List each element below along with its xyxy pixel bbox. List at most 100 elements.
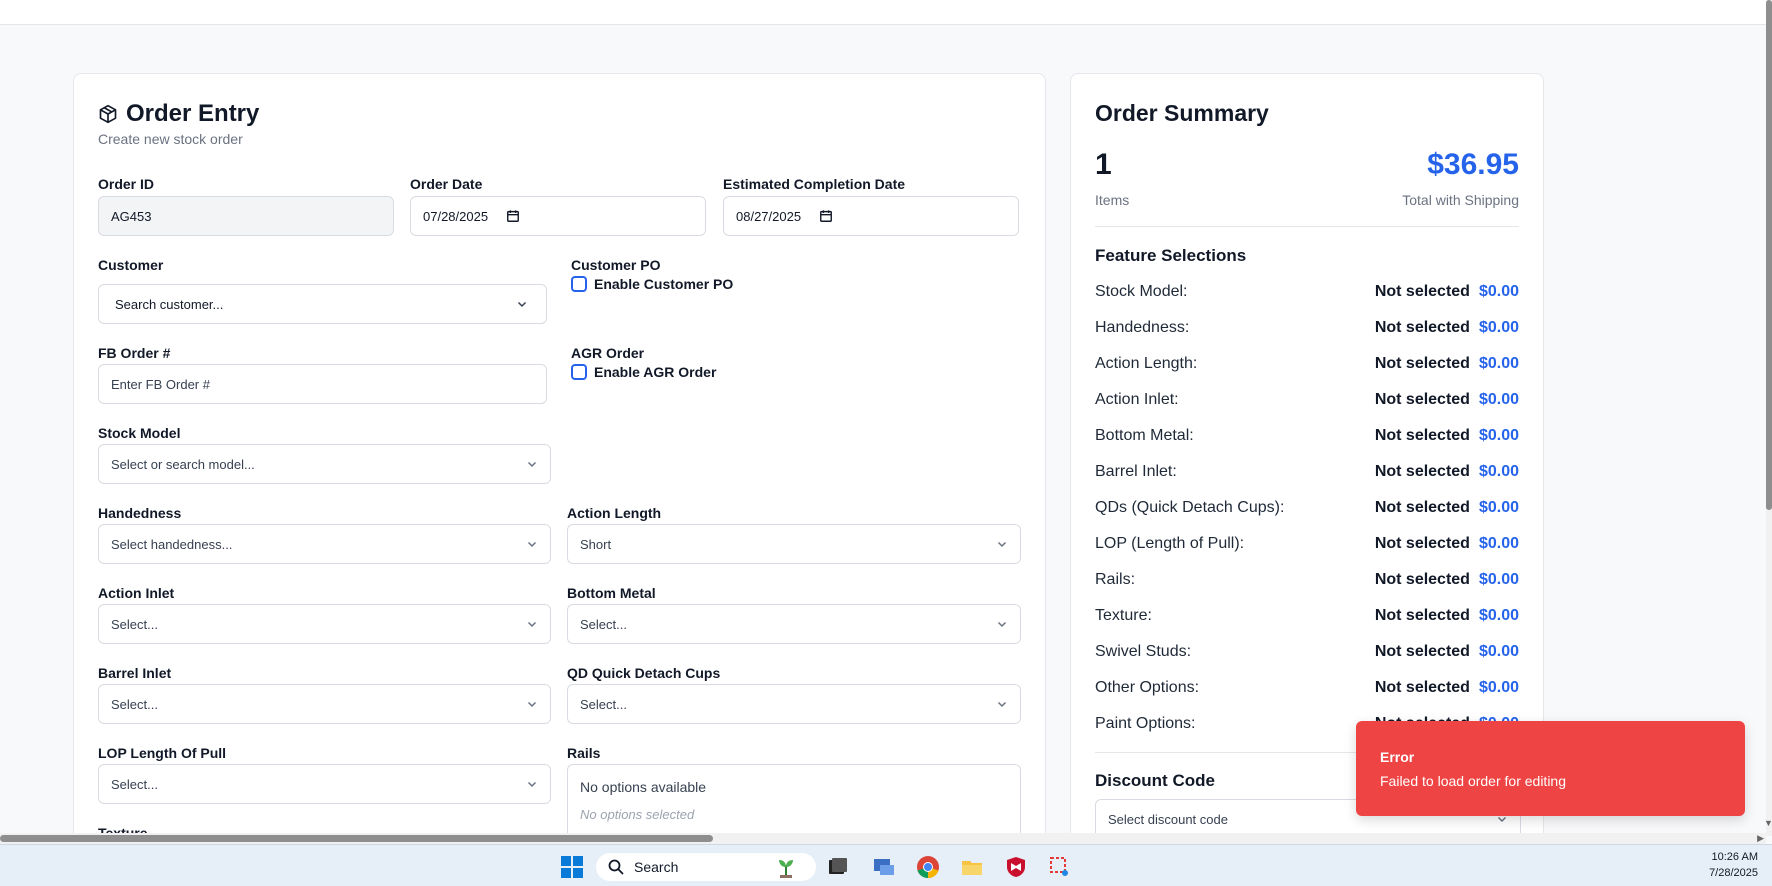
stock-model-placeholder: Select or search model...: [111, 456, 255, 472]
mcafee-icon[interactable]: [1004, 855, 1028, 879]
barrel-inlet-select[interactable]: Select...: [98, 684, 551, 724]
search-icon: [608, 859, 624, 875]
feature-price: $0.00: [1478, 283, 1519, 300]
feature-price: $0.00: [1478, 679, 1519, 696]
snipping-tool-icon[interactable]: [1048, 855, 1072, 879]
feature-label: Bottom Metal:: [1095, 427, 1194, 444]
feature-value: Not selected: [1374, 679, 1470, 696]
windows-taskbar: Search 10:26 AM 7/28/2025: [0, 844, 1772, 886]
page-title: Order Entry: [126, 100, 260, 127]
order-id-field[interactable]: AG453: [98, 196, 394, 236]
bottom-metal-label: Bottom Metal: [567, 585, 656, 601]
feature-selections-title: Feature Selections: [1095, 246, 1247, 265]
stock-model-select[interactable]: Select or search model...: [98, 444, 551, 484]
order-entry-card: Order Entry Create new stock order Order…: [73, 73, 1046, 853]
est-date-input[interactable]: 08/27/2025: [723, 196, 1019, 236]
feature-label: Rails:: [1095, 571, 1136, 588]
est-date-value: 08/27/2025: [736, 208, 802, 224]
order-id-label: Order ID: [98, 176, 155, 192]
order-date-value: 07/28/2025: [423, 208, 489, 224]
chevron-down-icon: [517, 301, 527, 308]
enable-agr-order-checkbox[interactable]: Enable AGR Order: [571, 364, 716, 380]
discount-code-placeholder: Select discount code: [1108, 811, 1228, 827]
plant-icon: [779, 860, 793, 878]
calendar-icon[interactable]: [506, 209, 520, 223]
fb-order-input[interactable]: Enter FB Order #: [98, 364, 547, 404]
rails-multiselect[interactable]: No options available No options selected: [567, 764, 1021, 844]
feature-value: Not selected: [1374, 499, 1470, 516]
feature-row: Action Length: Not selected $0.00: [1095, 352, 1519, 376]
clock-date: 7/28/2025: [1709, 867, 1758, 879]
order-date-label: Order Date: [410, 176, 483, 192]
feature-label: Paint Options:: [1095, 715, 1196, 732]
calendar-icon[interactable]: [819, 209, 833, 223]
feature-value: Not selected: [1374, 535, 1470, 552]
stock-model-label: Stock Model: [98, 425, 181, 441]
handedness-select[interactable]: Select handedness...: [98, 524, 551, 564]
lop-label: LOP Length Of Pull: [98, 745, 227, 761]
agr-order-label: AGR Order: [571, 345, 645, 361]
chevron-down-icon: [527, 541, 537, 548]
order-total: $36.95: [1427, 148, 1519, 181]
feature-row: Stock Model: Not selected $0.00: [1095, 280, 1519, 304]
page-subtitle: Create new stock order: [98, 131, 243, 147]
bottom-metal-select[interactable]: Select...: [567, 604, 1021, 644]
feature-value: Not selected: [1374, 463, 1470, 480]
handedness-label: Handedness: [98, 505, 182, 521]
error-toast[interactable]: Error Failed to load order for editing: [1356, 721, 1745, 816]
feature-row: Action Inlet: Not selected $0.00: [1095, 388, 1519, 412]
items-label: Items: [1095, 192, 1130, 208]
chevron-down-icon: [527, 701, 537, 708]
customer-select[interactable]: Search customer...: [98, 284, 547, 324]
action-inlet-select[interactable]: Select...: [98, 604, 551, 644]
task-view-icon[interactable]: [826, 855, 850, 879]
enable-customer-po-checkbox[interactable]: Enable Customer PO: [571, 276, 733, 292]
horizontal-scrollbar-thumb[interactable]: [0, 835, 713, 842]
customer-po-label: Customer PO: [571, 257, 661, 273]
action-length-label: Action Length: [567, 505, 662, 521]
summary-divider: [1095, 226, 1519, 227]
feature-label: Stock Model:: [1095, 283, 1188, 300]
feature-row: Barrel Inlet: Not selected $0.00: [1095, 460, 1519, 484]
discount-code-title: Discount Code: [1095, 771, 1215, 790]
order-entry-header: Order Entry: [98, 100, 259, 128]
order-date-input[interactable]: 07/28/2025: [410, 196, 706, 236]
feature-row: Rails: Not selected $0.00: [1095, 568, 1519, 592]
feature-price: $0.00: [1478, 571, 1519, 588]
feature-row: Swivel Studs: Not selected $0.00: [1095, 640, 1519, 664]
action-length-value: Short: [580, 536, 612, 552]
scroll-down-arrow-icon[interactable]: ▼: [1764, 818, 1772, 828]
rails-label: Rails: [567, 745, 601, 761]
summary-title: Order Summary: [1095, 100, 1269, 126]
windows-start-icon[interactable]: [560, 855, 584, 879]
feature-value: Not selected: [1374, 319, 1470, 336]
checkbox-box[interactable]: [571, 364, 587, 380]
feature-row: QDs (Quick Detach Cups): Not selected $0.0…: [1095, 496, 1519, 520]
package-icon: [99, 104, 117, 124]
qd-select[interactable]: Select...: [567, 684, 1021, 724]
lop-select[interactable]: Select...: [98, 764, 551, 804]
horizontal-scrollbar[interactable]: ▶: [0, 833, 1766, 844]
checkbox-box[interactable]: [571, 276, 587, 292]
feature-label: Barrel Inlet:: [1095, 463, 1177, 480]
network-monitor-icon[interactable]: [872, 855, 896, 879]
file-explorer-icon[interactable]: [960, 855, 984, 879]
taskbar-search-label: Search: [634, 859, 679, 875]
chevron-down-icon: [527, 781, 537, 788]
barrel-inlet-placeholder: Select...: [111, 696, 158, 712]
chevron-down-icon: [997, 701, 1007, 708]
vertical-scrollbar-thumb[interactable]: [1766, 0, 1772, 510]
chevron-down-icon: [527, 461, 537, 468]
feature-value: Not selected: [1374, 643, 1470, 660]
qd-label: QD Quick Detach Cups: [567, 665, 721, 681]
scroll-right-arrow-icon[interactable]: ▶: [1757, 833, 1764, 844]
bottom-metal-placeholder: Select...: [580, 616, 627, 632]
feature-price: $0.00: [1478, 499, 1519, 516]
system-clock[interactable]: 10:26 AM 7/28/2025: [1709, 849, 1758, 881]
feature-row: Handedness: Not selected $0.00: [1095, 316, 1519, 340]
chrome-icon[interactable]: [916, 855, 940, 879]
vertical-scrollbar[interactable]: ▼: [1764, 0, 1772, 836]
action-length-select[interactable]: Short: [567, 524, 1021, 564]
fb-order-placeholder: Enter FB Order #: [111, 376, 210, 392]
toast-message: Failed to load order for editing: [1380, 773, 1566, 789]
